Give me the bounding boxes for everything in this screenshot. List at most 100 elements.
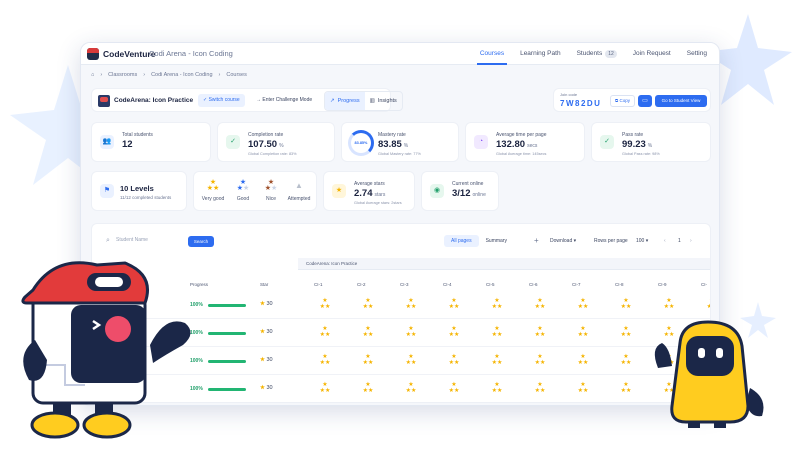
home-icon[interactable]: ⌂: [91, 72, 94, 78]
level-star-rating-icon[interactable]: ★★★: [525, 354, 555, 366]
level-star-rating-icon[interactable]: ★★★: [525, 382, 555, 394]
level-column-header: CI-2: [357, 282, 366, 287]
level-star-rating-icon[interactable]: ★★★: [611, 298, 641, 310]
breadcrumb-classrooms[interactable]: Classrooms: [108, 72, 137, 78]
nav-learning-path[interactable]: Learning Path: [520, 43, 560, 65]
rows-per-page-select[interactable]: 100 ▾: [636, 235, 648, 247]
level-star-rating-icon[interactable]: ★★★: [396, 382, 426, 394]
completion-rate-card: ✓ Completion rate 107.50% Global Complet…: [217, 122, 335, 162]
main-nav: Courses Learning Path Students 12 Join Re…: [476, 43, 707, 65]
logo-icon: [87, 48, 99, 60]
pass-rate-number: 99.23: [622, 139, 646, 150]
level-star-rating-icon[interactable]: ★★★: [310, 382, 340, 394]
star-total-value: 30: [266, 301, 273, 307]
progress-mode-tab[interactable]: ↗ Progress: [325, 92, 365, 110]
screen-share-button[interactable]: ▭: [638, 95, 652, 107]
level-star-rating-icon[interactable]: ★★★: [568, 354, 598, 366]
nav-courses[interactable]: Courses: [476, 43, 508, 65]
level-star-rating-icon[interactable]: ★★★: [525, 326, 555, 338]
breadcrumb-classroom[interactable]: Codi Arena - Icon Coding: [151, 72, 212, 78]
copy-code-button[interactable]: ⧉ Copy: [610, 95, 635, 107]
completion-rate-value: 107.50%: [248, 139, 284, 150]
pass-rate-unit: %: [647, 143, 653, 149]
rating-good-label: Good: [236, 196, 250, 202]
level-column-header: CI-4: [443, 282, 452, 287]
level-star-rating-icon[interactable]: ★★★: [353, 326, 383, 338]
level-star-rating-icon[interactable]: ★★★: [482, 298, 512, 310]
flag-icon: ⚑: [100, 184, 114, 198]
star-total-value: 30: [266, 329, 273, 335]
nav-setting[interactable]: Setting: [687, 43, 707, 65]
join-code-value: 7W82DU: [560, 99, 602, 108]
course-name: CodeArena: Icon Practice: [114, 97, 194, 104]
average-stars-value: 2.74 stars: [354, 188, 385, 199]
average-time-label: Average time per page: [496, 132, 547, 138]
current-online-card: ◉ Current online 3/12 online: [421, 171, 499, 211]
average-stars-global: Global Average stars: 2stars: [354, 201, 402, 205]
student-view-button[interactable]: Go to Student View: [655, 95, 707, 107]
insights-mode-tab[interactable]: ▥ Insights: [365, 92, 402, 110]
level-star-rating-icon[interactable]: ★★★: [353, 298, 383, 310]
download-dropdown[interactable]: Download ▾: [550, 235, 576, 247]
level-star-rating-icon[interactable]: ★★★: [697, 298, 710, 310]
progress-mode-label: Progress: [337, 98, 360, 104]
rows-per-page-value: 100: [636, 238, 645, 244]
level-star-rating-icon[interactable]: ★★★: [482, 326, 512, 338]
rating-very-good-label: Very good: [201, 196, 225, 202]
level-star-rating-icon[interactable]: ★★★: [611, 326, 641, 338]
level-star-rating-icon[interactable]: ★★★: [525, 298, 555, 310]
students-icon: 👥: [100, 135, 114, 149]
rating-good: ★ ★★ Good: [230, 178, 256, 202]
breadcrumb-courses: Courses: [226, 72, 247, 78]
current-page: 1: [678, 238, 681, 244]
level-star-rating-icon[interactable]: ★★★: [310, 326, 340, 338]
prev-page-icon[interactable]: ‹: [664, 235, 666, 247]
level-star-rating-icon[interactable]: ★★★: [568, 298, 598, 310]
brand-logo[interactable]: CodeVenture: [87, 48, 155, 60]
rows-per-page-label: Rows per page: [594, 238, 628, 244]
table-view-tabs: All pages Summary: [444, 235, 514, 247]
nav-join-request[interactable]: Join Request: [633, 43, 671, 65]
level-star-rating-icon[interactable]: ★★★: [482, 382, 512, 394]
average-stars-card: ★ Average stars 2.74 stars Global Average…: [323, 171, 415, 211]
average-stars-unit: stars: [374, 192, 386, 198]
total-students-value: 12: [122, 139, 133, 150]
star-total: ★ 30: [260, 357, 273, 363]
level-star-rating-icon[interactable]: ★★★: [611, 354, 641, 366]
level-star-rating-icon[interactable]: ★★★: [396, 326, 426, 338]
challenge-mode-button[interactable]: → Enter Challenge Mode: [252, 94, 316, 107]
level-star-rating-icon[interactable]: ★★★: [439, 354, 469, 366]
classroom-title: Codi Arena - Icon Coding: [149, 49, 233, 58]
monitor-icon: ▭: [642, 98, 648, 104]
level-star-rating-icon[interactable]: ★★★: [654, 298, 684, 310]
broadcast-icon: ◉: [430, 184, 444, 198]
level-star-rating-icon[interactable]: ★★★: [353, 382, 383, 394]
level-star-rating-icon[interactable]: ★★★: [310, 354, 340, 366]
level-star-rating-icon[interactable]: ★★★: [568, 326, 598, 338]
course-section-header: CodeArena: Icon Practice: [298, 258, 710, 270]
switch-course-button[interactable]: ✓ Switch course: [198, 94, 245, 107]
levels-count: 10 Levels: [120, 184, 154, 193]
level-star-rating-icon[interactable]: ★★★: [611, 382, 641, 394]
level-star-rating-icon[interactable]: ★★★: [439, 298, 469, 310]
level-star-rating-icon[interactable]: ★★★: [396, 354, 426, 366]
star-column-header: Star: [260, 282, 269, 287]
nice-stars-icon: ★ ★★: [264, 179, 278, 192]
level-column-header: CI-3: [400, 282, 409, 287]
total-students-label: Total students: [122, 132, 153, 138]
level-star-rating-icon[interactable]: ★★★: [439, 382, 469, 394]
levels-completed: 11/12 completed students: [120, 195, 172, 200]
level-star-rating-icon[interactable]: ★★★: [568, 382, 598, 394]
next-page-icon[interactable]: ›: [690, 235, 692, 247]
level-star-rating-icon[interactable]: ★★★: [396, 298, 426, 310]
level-star-rating-icon[interactable]: ★★★: [353, 354, 383, 366]
level-star-rating-icon[interactable]: ★★★: [482, 354, 512, 366]
download-label: Download: [550, 238, 573, 244]
nav-students[interactable]: Students 12: [577, 43, 617, 65]
tab-summary[interactable]: Summary: [479, 235, 514, 247]
level-star-rating-icon[interactable]: ★★★: [439, 326, 469, 338]
pass-rate-global: Global Pass rate: 98%: [622, 152, 660, 156]
add-icon[interactable]: +: [534, 235, 539, 247]
tab-all-pages[interactable]: All pages: [444, 235, 479, 247]
level-star-rating-icon[interactable]: ★★★: [310, 298, 340, 310]
